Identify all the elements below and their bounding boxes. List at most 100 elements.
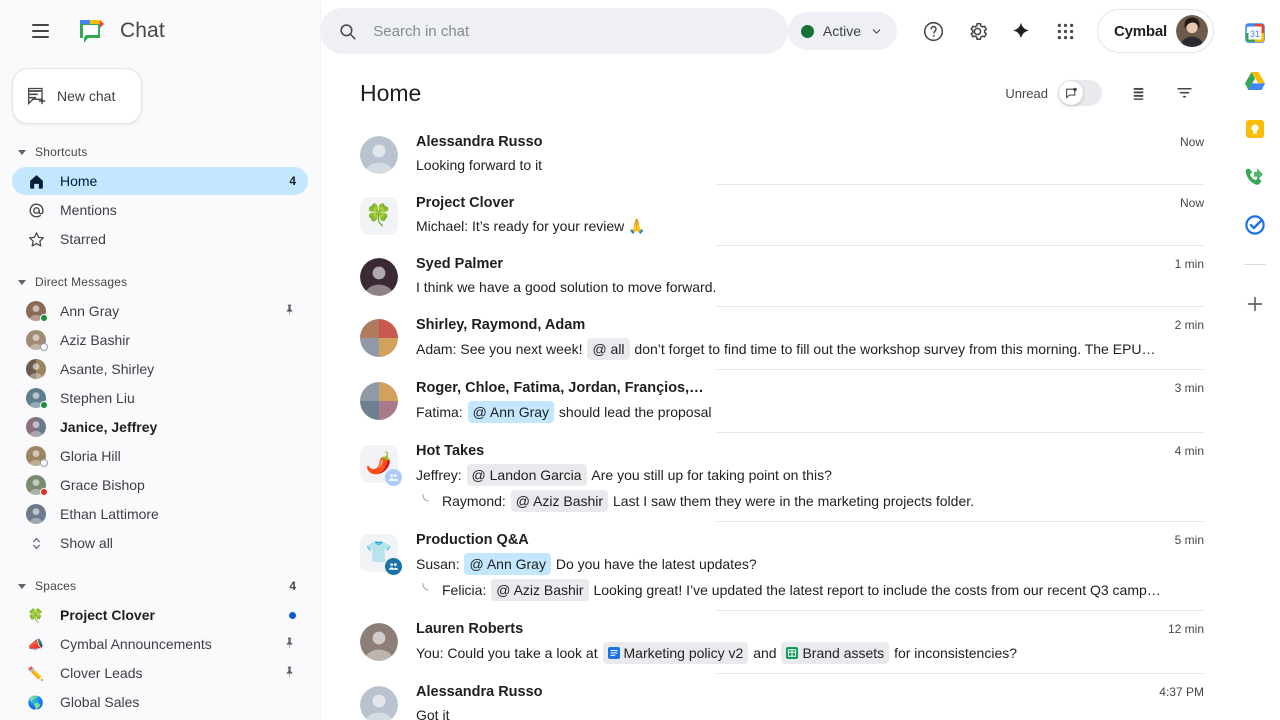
sidebar-item-label: Mentions (60, 202, 117, 218)
google-apps-button[interactable] (1045, 11, 1085, 51)
conversation-list[interactable]: Alessandra Russo Now Looking forward to it… (320, 124, 1228, 720)
conversation-name: Lauren Roberts (416, 621, 524, 637)
unread-dot (289, 611, 296, 619)
sidebar-item-global-sales[interactable]: 🌎 Global Sales (12, 688, 308, 716)
sidebar-item-mentions[interactable]: Mentions (12, 196, 308, 224)
unread-chat-bubble-icon (1065, 87, 1077, 99)
unread-toggle-knob (1059, 81, 1083, 105)
google-tasks-icon[interactable] (1242, 212, 1268, 238)
mention-chip[interactable]: @ Aziz Bashir (491, 579, 589, 601)
conversation-body: Production Q&A 5 min Susan: @ Ann Gray Do … (416, 532, 1204, 601)
section-header-spaces[interactable]: Spaces 4 (0, 572, 320, 600)
page-title: Home (360, 79, 422, 106)
unread-count-badge: 4 (289, 174, 296, 188)
section-header-direct-messages[interactable]: Direct Messages (0, 268, 320, 296)
status-selector[interactable]: Active (787, 12, 897, 50)
presence-indicator-active (40, 314, 48, 322)
conversation-message-preview: Got it (416, 707, 450, 720)
conversation-row[interactable]: Syed Palmer 1 min I think we have a good s… (320, 246, 1228, 307)
conversation-row[interactable]: Lauren Roberts 12 min You: Could you take … (320, 611, 1228, 674)
google-chat-logo-icon (77, 16, 107, 46)
sidebar-item-asante-shirley[interactable]: Asante, Shirley (12, 355, 308, 383)
sparkle-icon (1012, 22, 1030, 39)
conversation-body: Shirley, Raymond, Adam 2 min Adam: See you… (416, 317, 1204, 360)
conversation-timestamp: 1 min (1174, 257, 1204, 271)
presence-indicator-away (40, 459, 48, 467)
space-emoji-icon: 🌎 (27, 694, 45, 710)
sidebar-item-label: Grace Bishop (60, 477, 145, 493)
sidebar-item-clover-leads[interactable]: ✏️ Clover Leads (12, 659, 308, 687)
section-header-shortcuts[interactable]: Shortcuts (0, 138, 320, 166)
google-drive-icon[interactable] (1242, 68, 1268, 94)
document-chip[interactable]: Marketing policy v2 (602, 642, 749, 664)
sidebar-item-home[interactable]: Home 4 (12, 167, 308, 195)
main-area: Active (320, 0, 1228, 720)
home-header-actions (1118, 73, 1204, 113)
sidebar-item-aziz-bashir[interactable]: Aziz Bashir (12, 326, 308, 354)
search-input[interactable] (373, 22, 770, 40)
hamburger-menu-icon[interactable] (20, 11, 60, 51)
document-chip[interactable]: Brand assets (781, 642, 890, 664)
conversation-row[interactable]: Shirley, Raymond, Adam 2 min Adam: See you… (320, 307, 1228, 370)
sidebar-item-grace-bishop[interactable]: Grace Bishop (12, 471, 308, 499)
mention-chip[interactable]: @ Ann Gray (464, 553, 551, 575)
conversation-name: Production Q&A (416, 532, 529, 548)
add-app-button[interactable] (1242, 291, 1268, 317)
caret-down-icon (18, 279, 26, 285)
google-docs-icon (607, 647, 620, 659)
top-bar: Active (320, 0, 1228, 62)
caret-down-icon (18, 149, 26, 155)
conversation-name: Alessandra Russo (416, 134, 543, 150)
mention-chip[interactable]: @ Landon Garcia (466, 464, 587, 486)
google-keep-icon[interactable] (1242, 116, 1268, 142)
conversation-timestamp: 5 min (1174, 533, 1204, 547)
conversation-row[interactable]: 👕 Production Q&A 5 min Susan: @ Ann Gray Do… (320, 522, 1228, 611)
sidebar-item-project-clover[interactable]: 🍀 Project Clover (12, 601, 308, 629)
mention-chip[interactable]: @ all (587, 338, 630, 360)
sidebar-item-label: Home (60, 173, 98, 189)
avatar[interactable] (1176, 15, 1208, 47)
sidebar-item-starred[interactable]: Starred (12, 225, 308, 253)
settings-button[interactable] (957, 11, 997, 51)
home-header: Home Unread (320, 62, 1228, 124)
sidebar-item-show-all[interactable]: Show all (12, 529, 308, 557)
help-button[interactable] (913, 11, 953, 51)
unread-toggle[interactable] (1058, 80, 1102, 106)
account-button[interactable]: Cymbal (1097, 9, 1214, 53)
sidebar-item-janice-jeffrey[interactable]: Janice, Jeffrey (12, 413, 308, 441)
conversation-reply-preview: Raymond: @ Aziz Bashir Last I saw them t… (416, 490, 1204, 512)
conversation-timestamp: 4:37 PM (1159, 685, 1204, 699)
search-bar[interactable] (320, 8, 788, 54)
sidebar-item-label: Gloria Hill (60, 448, 121, 464)
sidebar-item-ann-gray[interactable]: Ann Gray (12, 297, 308, 325)
avatar (26, 446, 48, 467)
conversation-row[interactable]: 🌶️ Hot Takes 4 min Jeffrey: @ Landon Garcia… (320, 433, 1228, 522)
mention-chip[interactable]: @ Ann Gray (467, 401, 555, 423)
new-chat-button[interactable]: New chat (12, 68, 142, 124)
conversation-row[interactable]: 🍀 Project Clover Now Michael: It’s ready fo… (320, 185, 1228, 246)
filter-button[interactable] (1164, 73, 1204, 113)
conversation-name: Syed Palmer (416, 256, 504, 272)
presence-indicator-away (40, 343, 48, 351)
google-calendar-icon[interactable]: 31 (1242, 20, 1268, 46)
google-voice-icon[interactable] (1242, 164, 1268, 190)
mention-chip[interactable]: @ Aziz Bashir (510, 490, 609, 512)
sidebar-nav[interactable]: Shortcuts Home 4 Mentions Starred Direct Mess… (0, 124, 320, 720)
home-icon (26, 172, 46, 191)
conversation-body: Project Clover Now Michael: It’s ready for… (416, 195, 1204, 236)
density-button[interactable] (1118, 73, 1158, 113)
sidebar-item-gloria-hill[interactable]: Gloria Hill (12, 442, 308, 470)
new-chat-label: New chat (57, 88, 116, 104)
sidebar-item-label: Asante, Shirley (60, 361, 155, 377)
sidebar-item-stephen-liu[interactable]: Stephen Liu (12, 384, 308, 412)
sidebar-item-ethan-lattimore[interactable]: Ethan Lattimore (12, 500, 308, 528)
avatar (26, 301, 48, 322)
conversation-row[interactable]: Alessandra Russo 4:37 PM Got it (320, 674, 1228, 720)
conversation-row[interactable]: Alessandra Russo Now Looking forward to it (320, 124, 1228, 185)
avatar (360, 623, 398, 661)
gemini-button[interactable] (1001, 11, 1041, 51)
avatar-tile (360, 338, 379, 357)
conversation-row[interactable]: Roger, Chloe, Fatima, Jordan, Françios,…… (320, 370, 1228, 433)
conversation-body: Hot Takes 4 min Jeffrey: @ Landon Garcia A… (416, 443, 1204, 512)
sidebar-item-cymbal-announcements[interactable]: 📣 Cymbal Announcements (12, 630, 308, 658)
